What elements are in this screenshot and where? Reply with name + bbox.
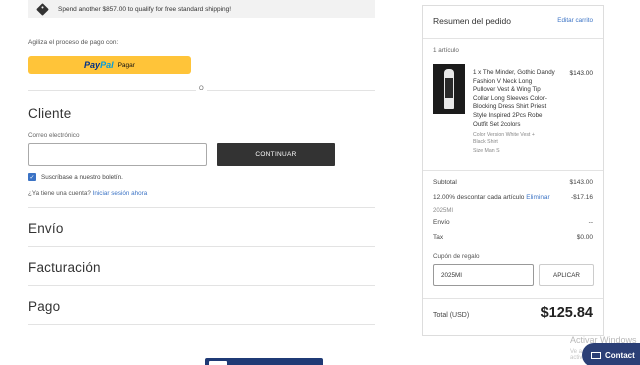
remove-discount-link[interactable]: Eliminar — [526, 194, 549, 201]
total-label: Total (USD) — [433, 312, 470, 319]
summary-divider — [423, 298, 603, 299]
tax-row: Tax $0.00 — [433, 234, 593, 241]
section-title-shipping[interactable]: Envío — [28, 221, 64, 236]
product-size: Size Man S — [473, 148, 500, 154]
newsletter-checkbox[interactable]: ✓ — [28, 173, 36, 181]
section-divider — [28, 285, 375, 286]
section-divider — [28, 246, 375, 247]
item-count: 1 artículo — [433, 47, 459, 54]
contact-label: Contact — [605, 350, 635, 360]
section-title-payment[interactable]: Pago — [28, 299, 60, 314]
product-name: 1 x The Minder, Gothic Dandy Fashion V N… — [473, 69, 555, 128]
product-price: $143.00 — [569, 70, 594, 77]
section-title-billing[interactable]: Facturación — [28, 260, 101, 275]
email-label: Correo electrónico — [28, 132, 80, 139]
paypal-logo: PayPal — [84, 60, 114, 70]
subtotal-value: $143.00 — [569, 179, 594, 186]
order-summary: Resumen del pedido Editar carrito 1 artí… — [422, 5, 604, 336]
contact-button[interactable]: Contact — [582, 343, 640, 365]
discount-row: 12.00% descontar cada artículo Eliminar … — [433, 194, 593, 201]
product-thumbnail — [433, 64, 465, 114]
paypal-button-label: Pagar — [117, 61, 135, 69]
or-separator-label: O — [196, 86, 207, 92]
continue-button[interactable]: CONTINUAR — [217, 143, 335, 166]
email-field[interactable] — [28, 143, 207, 166]
paypal-button[interactable]: PayPal Pagar — [28, 56, 191, 74]
trust-badge — [205, 358, 323, 365]
edit-cart-link[interactable]: Editar carrito — [557, 17, 593, 24]
gift-coupon-input[interactable]: 2025MI — [433, 264, 534, 286]
product-vest — [445, 78, 453, 98]
summary-divider — [423, 38, 603, 39]
total-value: $125.84 — [540, 305, 593, 321]
account-prompt-text: ¿Ya tiene una cuenta? — [28, 190, 91, 197]
section-divider — [28, 324, 375, 325]
gift-coupon-label: Cupón de regalo — [433, 253, 480, 260]
order-summary-title: Resumen del pedido — [433, 16, 511, 26]
discount-code: 2025MI — [433, 208, 454, 214]
shipping-value: -- — [588, 219, 593, 226]
newsletter-option[interactable]: ✓ Suscríbase a nuestro boletín. — [28, 173, 123, 181]
account-prompt: ¿Ya tiene una cuenta? Iniciar sesión aho… — [28, 190, 147, 197]
express-checkout-label: Agiliza el proceso de pago con: — [28, 39, 119, 46]
section-divider — [28, 207, 375, 208]
shipping-banner-text: Spend another $857.00 to qualify for fre… — [58, 5, 232, 13]
subtotal-row: Subtotal $143.00 — [433, 179, 593, 186]
trust-badge-logo — [209, 361, 227, 365]
discount-label: 12.00% descontar cada artículo — [433, 194, 525, 201]
envelope-icon — [591, 351, 601, 359]
shipping-row: Envío -- — [433, 219, 593, 226]
apply-coupon-button[interactable]: APLICAR — [539, 264, 594, 286]
product-variant: Color Version White Vest + Black Shirt — [473, 132, 535, 145]
discount-value: -$17.16 — [570, 194, 593, 201]
newsletter-label: Suscríbase a nuestro boletín. — [41, 173, 123, 181]
login-link[interactable]: Iniciar sesión ahora — [93, 190, 148, 197]
tag-icon — [36, 2, 49, 16]
section-title-customer: Cliente — [28, 106, 72, 121]
shipping-banner: Spend another $857.00 to qualify for fre… — [28, 0, 375, 18]
tax-label: Tax — [433, 234, 444, 241]
summary-divider — [423, 170, 603, 171]
shipping-label: Envío — [433, 219, 450, 226]
tax-value: $0.00 — [576, 234, 593, 241]
subtotal-label: Subtotal — [433, 179, 457, 186]
